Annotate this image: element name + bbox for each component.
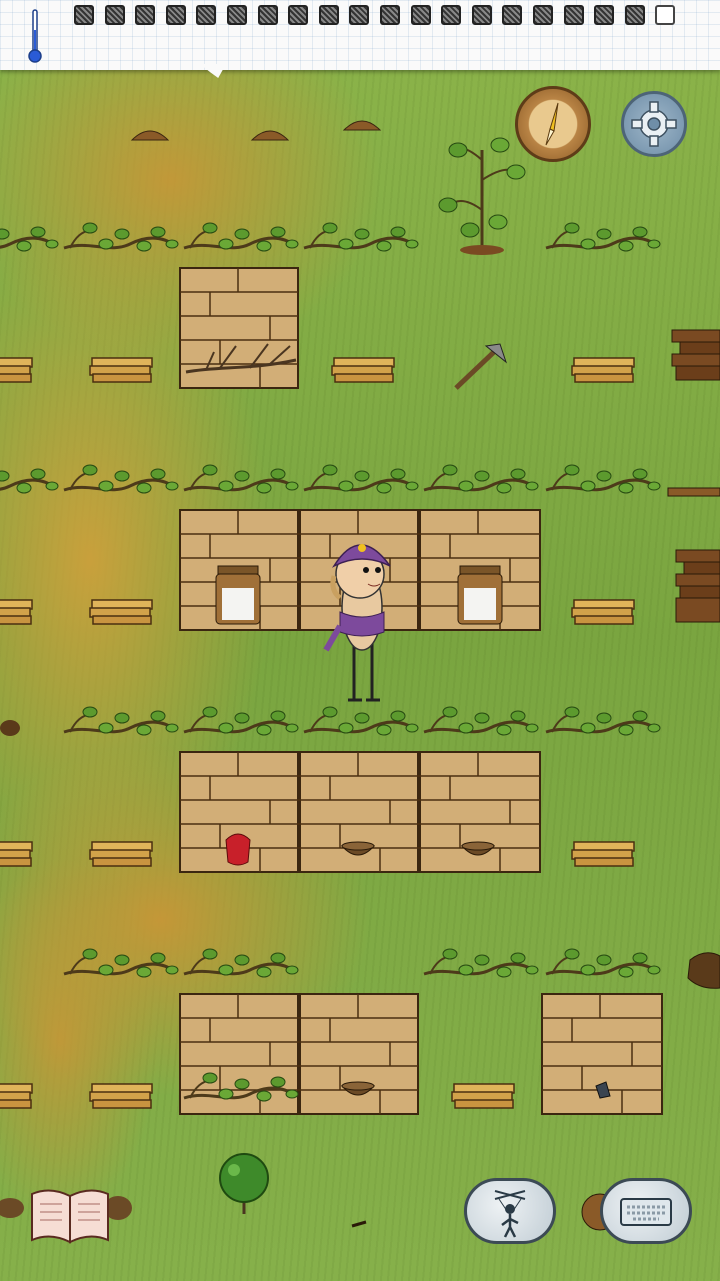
recipe-book-button[interactable] [28,1184,112,1246]
vine[interactable] [302,221,420,253]
wood-plank[interactable] [331,357,395,383]
vine[interactable] [182,705,300,737]
wood-pile[interactable] [671,329,720,381]
dirt-pile[interactable] [251,130,289,141]
vine[interactable] [0,221,60,253]
hatchet[interactable] [454,343,508,390]
vine[interactable] [422,463,540,495]
vine[interactable] [62,463,180,495]
wood-plank[interactable] [0,1083,33,1109]
compass-icon [545,102,559,146]
vine[interactable] [182,221,300,253]
wood-plank[interactable] [571,357,635,383]
vine[interactable] [544,947,662,979]
flour-jar[interactable] [215,565,261,625]
keyboard-icon [620,1198,672,1226]
wood-plank[interactable] [0,357,33,383]
small-stick[interactable] [351,1220,367,1228]
dirt-pile[interactable] [0,720,20,736]
wood-plank[interactable] [0,841,33,867]
settings-button[interactable] [621,91,687,157]
vine[interactable] [302,463,420,495]
wood-plank[interactable] [89,599,153,625]
gear-icon [631,101,677,147]
vine[interactable] [544,221,662,253]
chat-keyboard-button[interactable] [600,1178,692,1244]
vine[interactable] [62,221,180,253]
wooden-crate[interactable] [299,993,419,1115]
gooseberry-bush[interactable] [219,1153,269,1214]
dirt-pile[interactable] [0,1198,24,1218]
wood-plank[interactable] [0,599,33,625]
field-layer [0,120,720,1231]
vine[interactable] [422,705,540,737]
dirt-pile[interactable] [343,120,381,131]
burrow[interactable] [687,952,720,989]
wood-plank[interactable] [89,1083,153,1109]
vine[interactable] [62,947,180,979]
vine[interactable] [182,947,300,979]
sapling-plant[interactable] [438,137,526,255]
vine[interactable] [544,705,662,737]
puppet-icon [494,1190,526,1238]
dirt-pile[interactable] [131,130,169,141]
crate-plank-lines [180,268,662,1114]
vine[interactable] [182,463,300,495]
flour-jar[interactable] [457,565,503,625]
wood-pile[interactable] [675,549,720,623]
wood-plank[interactable] [89,357,153,383]
vine[interactable] [0,463,60,495]
vine[interactable] [544,463,662,495]
wood-plank[interactable] [571,599,635,625]
open-book-icon [31,1189,109,1244]
compass-button[interactable] [515,86,591,162]
vine[interactable] [302,705,420,737]
wood-plank[interactable] [451,1083,515,1109]
vine[interactable] [62,705,180,737]
wood-plank[interactable] [89,841,153,867]
long-stick[interactable] [667,487,720,497]
red-berry[interactable] [225,833,251,866]
wood-plank[interactable] [571,841,635,867]
puppet-emote-button[interactable] [464,1178,556,1244]
vine[interactable] [422,947,540,979]
